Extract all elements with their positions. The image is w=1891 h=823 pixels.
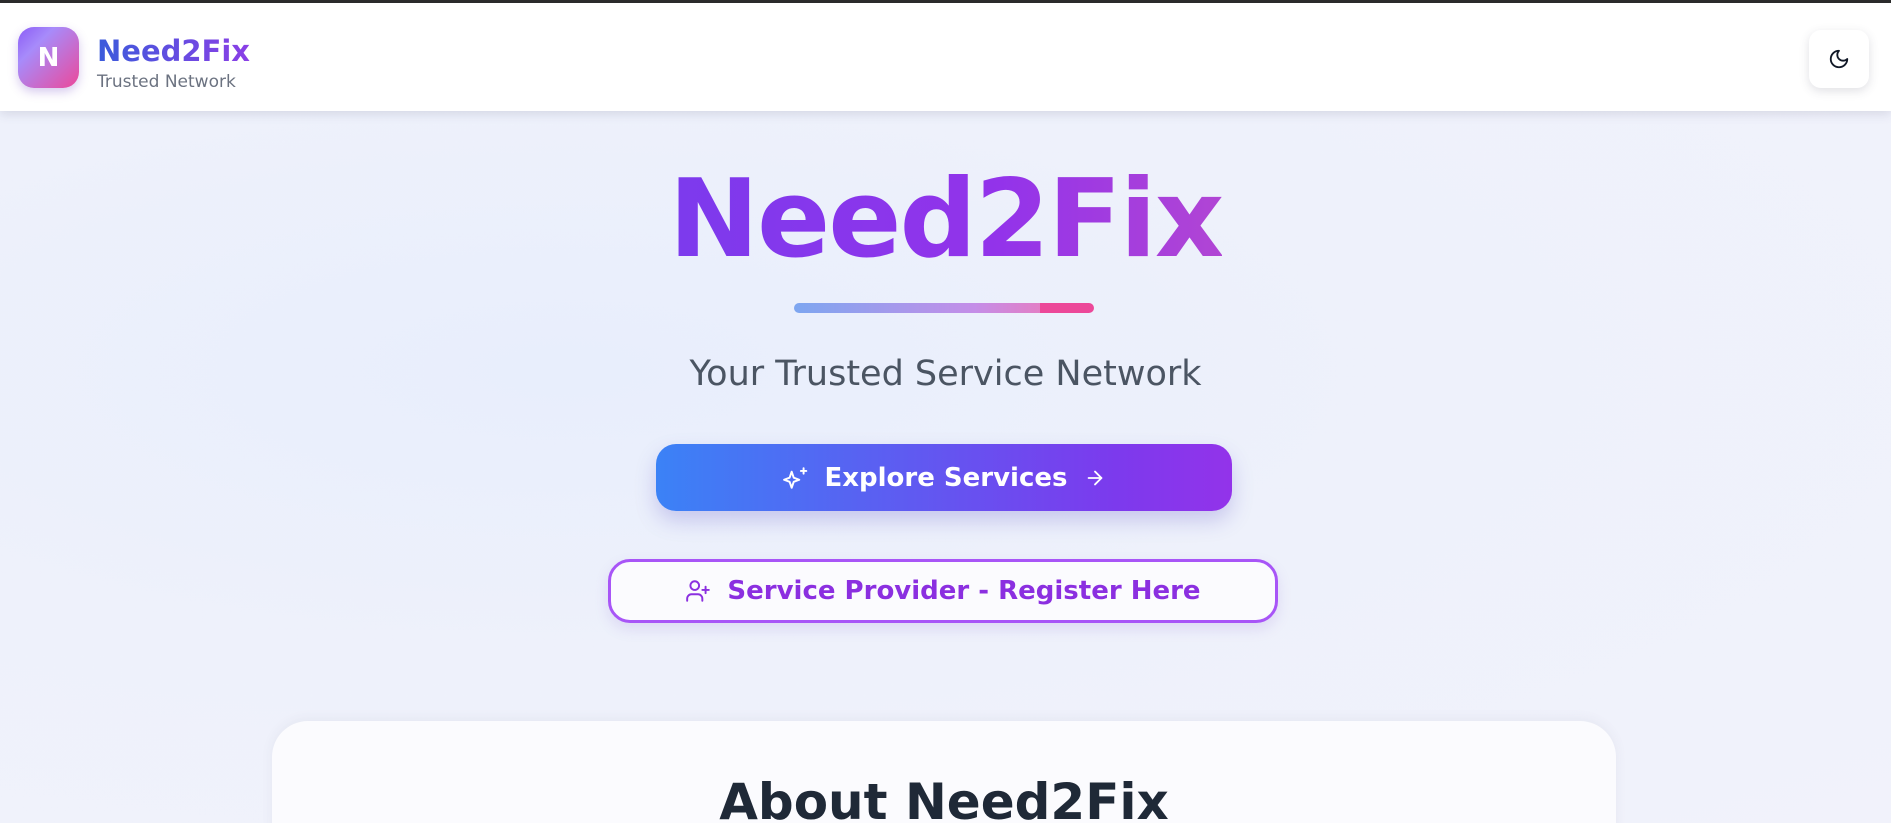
about-title: About Need2Fix (719, 773, 1169, 823)
register-provider-button[interactable]: Service Provider - Register Here (608, 559, 1278, 623)
hero-underline-bar (794, 303, 1094, 313)
user-plus-icon (685, 578, 711, 604)
sparkles-icon (782, 465, 809, 491)
logo-letter: N (37, 42, 60, 73)
brand-name[interactable]: Need2Fix (97, 33, 250, 69)
moon-icon (1828, 48, 1850, 70)
hero-subtitle: Your Trusted Service Network (689, 354, 1202, 394)
register-provider-label: Service Provider - Register Here (727, 576, 1201, 606)
explore-services-button[interactable]: Explore Services (656, 444, 1232, 511)
site-header: N Need2Fix Trusted Network (0, 3, 1891, 111)
brand-tagline: Trusted Network (97, 72, 236, 92)
logo-badge[interactable]: N (18, 27, 79, 88)
explore-services-label: Explore Services (824, 462, 1068, 493)
arrow-right-icon (1084, 467, 1106, 489)
hero-title: Need2Fix (0, 160, 1891, 280)
theme-toggle-button[interactable] (1809, 30, 1869, 88)
about-card: About Need2Fix (272, 721, 1616, 823)
hero-title-text: Need2Fix (668, 157, 1225, 282)
